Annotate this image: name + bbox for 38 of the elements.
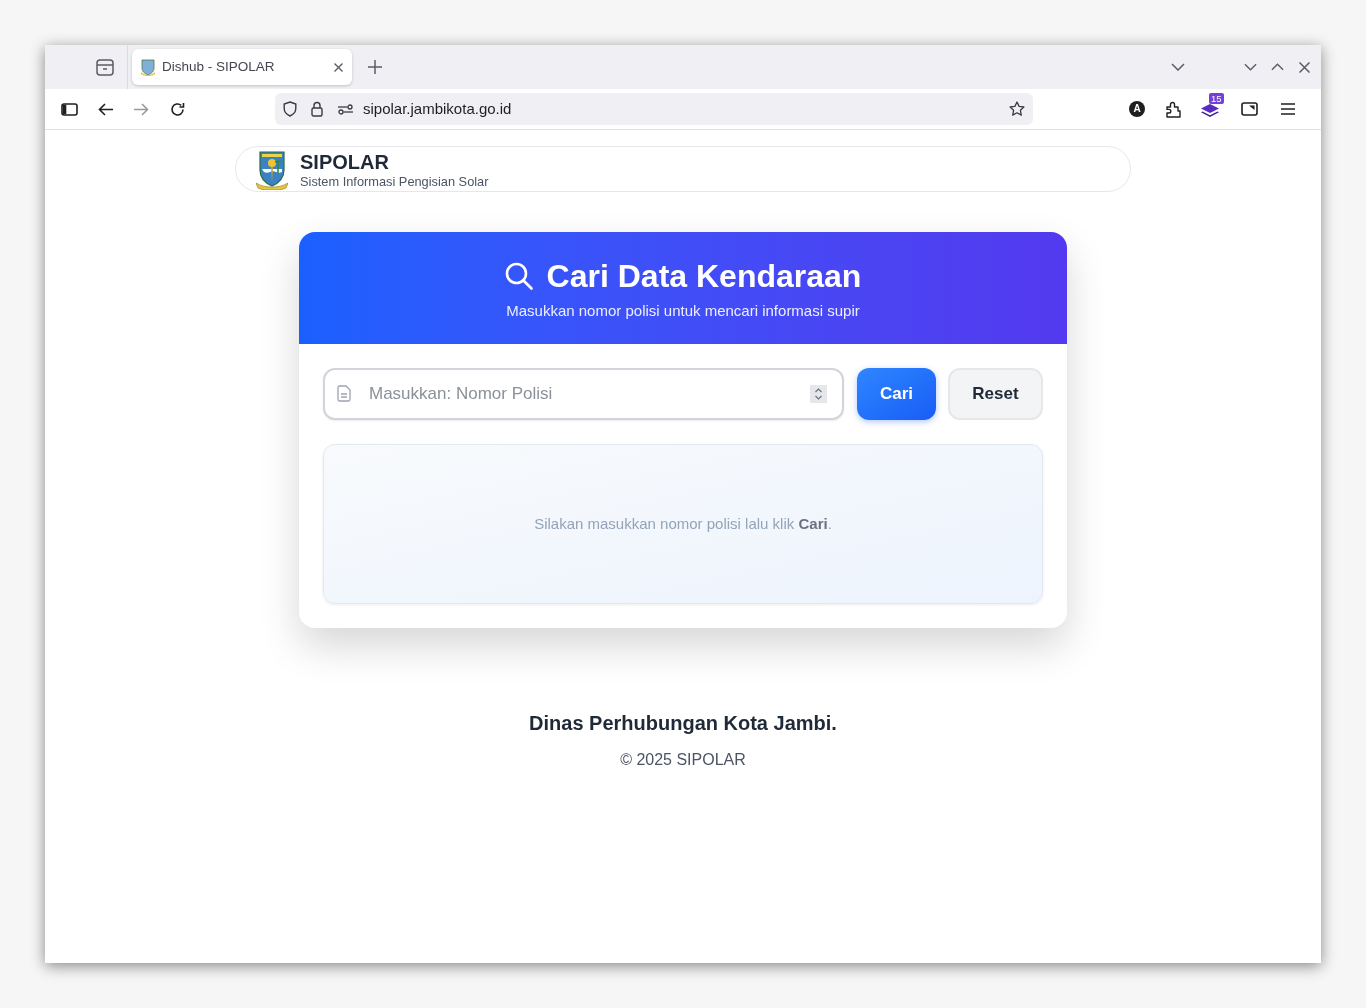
archive-box-icon[interactable] [96, 58, 114, 76]
crest-logo[interactable] [256, 148, 288, 190]
menu-icon[interactable] [1281, 103, 1295, 115]
stepper-icon[interactable] [810, 385, 827, 403]
url-field[interactable]: sipolar.jambikota.go.id [363, 97, 512, 121]
site-title: SIPOLAR [300, 149, 390, 174]
plate-input[interactable]: Masukkan: Nomor Polisi [323, 368, 844, 420]
profile-avatar[interactable]: A [1129, 101, 1145, 117]
card-title: Cari Data Kendaraan [546, 257, 862, 296]
browser-tab[interactable]: Dishub - SIPOLAR [132, 49, 352, 85]
close-icon[interactable] [334, 62, 343, 72]
footer-copyright: © 2025 SIPOLAR [620, 750, 746, 770]
forward-arrow-icon[interactable] [134, 102, 149, 116]
site-subtitle: Sistem Informasi Pengisian Solar [300, 173, 489, 189]
chevron-down-icon[interactable] [1244, 63, 1257, 71]
document-icon [337, 385, 351, 402]
close-icon[interactable] [1299, 61, 1310, 73]
screen-icon[interactable] [1241, 102, 1258, 116]
notification-badge: 15 [1209, 93, 1224, 104]
layers-icon[interactable] [1201, 104, 1219, 119]
puzzle-icon[interactable] [1166, 100, 1181, 118]
result-message: Silakan masukkan nomor polisi lalu klik Cari. [534, 513, 832, 534]
search-button[interactable]: Cari [857, 368, 936, 420]
plus-icon[interactable] [368, 60, 382, 74]
back-arrow-icon[interactable] [98, 102, 113, 116]
lock-icon[interactable] [311, 101, 323, 117]
chevron-down-icon[interactable] [1171, 63, 1185, 71]
reload-icon[interactable] [170, 101, 185, 117]
star-icon[interactable] [1009, 101, 1025, 117]
search-icon [504, 262, 533, 290]
reset-button[interactable]: Reset [948, 368, 1043, 420]
card-subtitle: Masukkan nomor polisi untuk mencari informasi supir [506, 302, 860, 320]
shield-icon[interactable] [283, 101, 297, 117]
chevron-up-icon[interactable] [1271, 63, 1284, 71]
sliders-icon[interactable] [338, 103, 353, 115]
crest-favicon [141, 58, 155, 76]
sidebar-icon[interactable] [61, 102, 78, 116]
footer-organization: Dinas Perhubungan Kota Jambi. [529, 711, 837, 736]
